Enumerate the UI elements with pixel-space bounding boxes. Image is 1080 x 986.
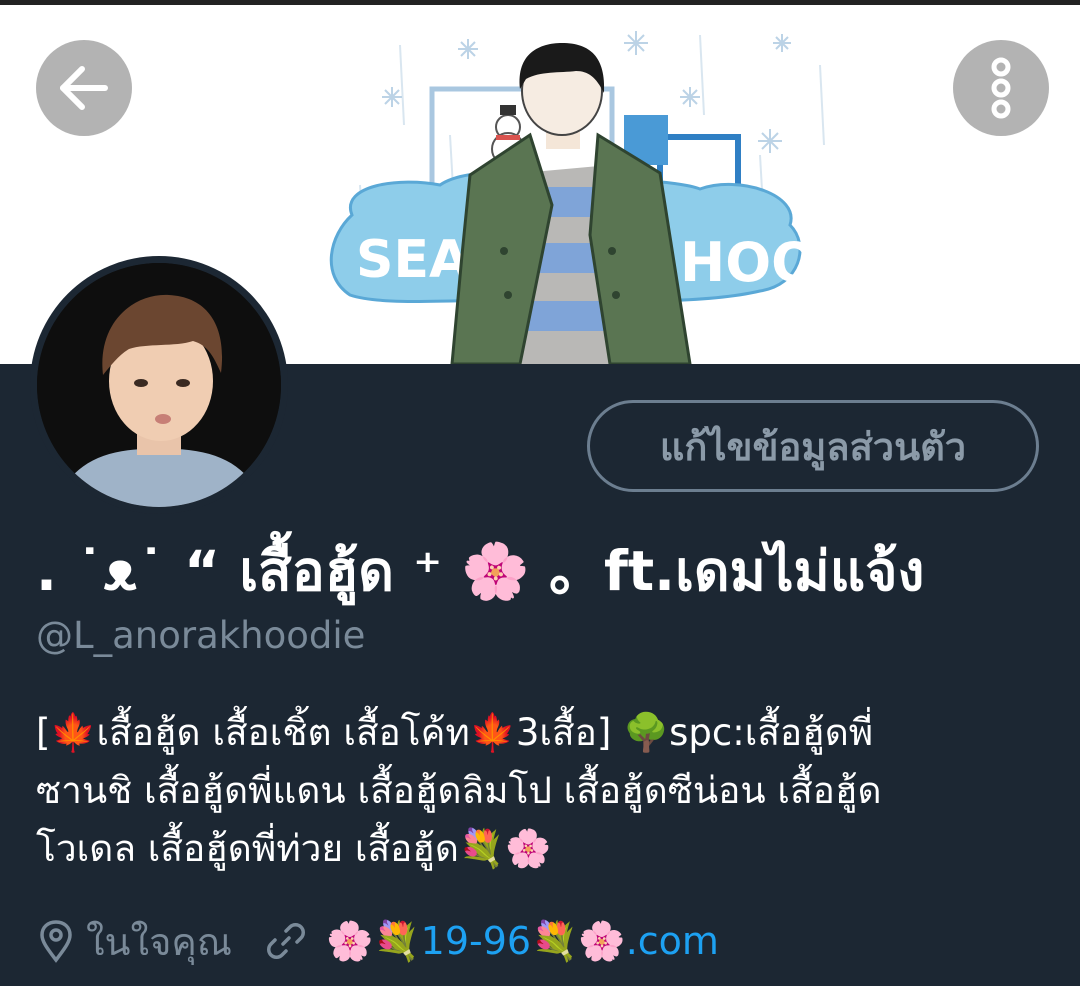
more-options-button[interactable] xyxy=(953,40,1049,136)
bio-line: โวเดล เสื้อฮู้ดพี่ท่วย เสื้อฮู้ด💐🌸 xyxy=(36,827,552,870)
edit-profile-button[interactable]: แก้ไขข้อมูลส่วนตัว xyxy=(587,400,1039,492)
link-icon xyxy=(266,921,306,961)
bio-line: [🍁เสื้อฮู้ด เสื้อเชิ้ต เสื้อโค้ท🍁3เสื้อ]… xyxy=(36,711,874,754)
location-pin-icon xyxy=(38,919,74,963)
avatar[interactable] xyxy=(30,256,288,514)
arrow-left-icon xyxy=(60,66,108,110)
profile-meta: ในใจคุณ 🌸💐19-96💐🌸.com xyxy=(38,915,1058,967)
back-button[interactable] xyxy=(36,40,132,136)
profile-bio: [🍁เสื้อฮู้ด เสื้อเชิ้ต เสื้อโค้ท🍁3เสื้อ]… xyxy=(36,704,1046,878)
user-handle: @L_anorakhoodie xyxy=(36,614,366,657)
website-link[interactable]: 🌸💐19-96💐🌸.com xyxy=(326,919,719,964)
location-text: ในใจคุณ xyxy=(86,919,233,964)
avatar-photo xyxy=(37,263,281,507)
bio-line: ซานชิ เสื้อฮู้ดพี่แดน เสื้อฮู้ดลิมโป เสื… xyxy=(36,769,882,812)
display-name: . ˙ᴥ˙ “ เสื้อฮู้ด ⁺ 🌸 。ft.เดมไม่แจ้ง xyxy=(36,539,925,603)
more-vertical-icon xyxy=(991,57,1011,119)
banner-text-right: HOOD xyxy=(680,231,862,294)
